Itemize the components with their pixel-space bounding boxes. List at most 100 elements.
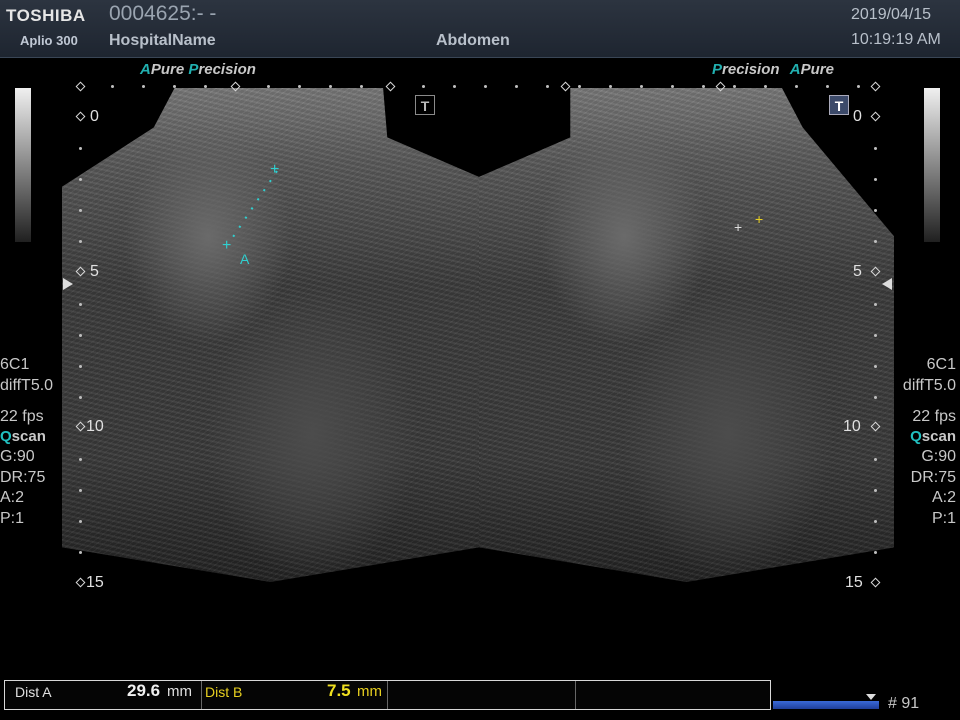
precision-apure-badge-right: Precision APure bbox=[712, 61, 834, 78]
depth-label-left-15: 15 bbox=[86, 574, 104, 591]
ruler-tick-major bbox=[560, 81, 571, 92]
gain-label: G:90 bbox=[0, 447, 35, 465]
caliper-a-label: A bbox=[240, 251, 250, 267]
exam-date: 2019/04/15 bbox=[851, 6, 932, 23]
ruler-tick-minor bbox=[453, 85, 457, 88]
ruler-tick-minor bbox=[733, 85, 736, 88]
ruler-tick-minor bbox=[422, 85, 425, 88]
measurement-slot-4[interactable] bbox=[575, 681, 770, 709]
ruler-tick-minor bbox=[670, 85, 674, 88]
ruler-tick-minor bbox=[608, 85, 612, 88]
filter-label: diffT5.0 bbox=[902, 376, 956, 394]
dynamic-range-label: DR:75 bbox=[910, 468, 956, 486]
depth-label-left-10: 10 bbox=[86, 418, 104, 435]
depth-tick-minor bbox=[874, 302, 877, 306]
depth-tick-minor bbox=[79, 364, 82, 368]
ruler-tick-minor bbox=[515, 85, 519, 88]
cine-position-marker[interactable] bbox=[866, 694, 876, 700]
ruler-tick-minor bbox=[359, 85, 363, 88]
depth-label-right-5: 5 bbox=[853, 263, 862, 280]
fps-label: 22 fps bbox=[0, 407, 44, 425]
hospital-name: HospitalName bbox=[109, 32, 216, 49]
t-marker-button-left[interactable]: T bbox=[415, 95, 435, 115]
depth-tick-minor bbox=[874, 458, 877, 461]
depth-tick-minor bbox=[874, 551, 877, 555]
scan-params-left: 6C1 diffT5.0 22 fps Qscan G:90 DR:75 A:2… bbox=[0, 355, 53, 530]
depth-tick-minor bbox=[79, 458, 82, 461]
ruler-tick-minor bbox=[639, 85, 643, 88]
measurement-dist-b[interactable]: Dist B 7.5 mm bbox=[201, 681, 388, 709]
grayscale-bar-left bbox=[15, 88, 31, 242]
caliper-b-start[interactable]: + bbox=[755, 211, 763, 227]
caliper-b-end[interactable]: + bbox=[734, 219, 742, 235]
measurement-dist-a[interactable]: Dist A 29.6 mm bbox=[5, 681, 202, 709]
depth-tick-minor bbox=[79, 302, 82, 306]
depth-label-left-0: 0 bbox=[90, 108, 99, 125]
qscan-label: Qscan bbox=[910, 428, 956, 446]
apure-precision-badge-left: APure Precision bbox=[140, 61, 256, 78]
ultrasound-image-right[interactable] bbox=[479, 88, 894, 582]
focus-marker-left[interactable] bbox=[63, 278, 73, 290]
depth-tick-major bbox=[870, 111, 881, 122]
qscan-label: Qscan bbox=[0, 428, 46, 446]
dynamic-range-label: DR:75 bbox=[0, 468, 46, 486]
ruler-tick-minor bbox=[795, 85, 799, 88]
p-param-label: P:1 bbox=[0, 510, 25, 528]
depth-tick-major bbox=[75, 111, 86, 122]
depth-tick-minor bbox=[874, 395, 877, 399]
probe-label: 6C1 bbox=[926, 356, 956, 373]
ruler-tick-minor bbox=[328, 85, 332, 88]
p-param-label: P:1 bbox=[931, 510, 956, 528]
ruler-tick-major bbox=[385, 81, 396, 92]
depth-tick-major bbox=[870, 577, 881, 588]
ruler-tick-minor bbox=[173, 85, 177, 88]
depth-tick-major bbox=[75, 577, 86, 588]
ruler-tick-minor bbox=[484, 85, 488, 88]
frame-counter: # 91 bbox=[888, 695, 920, 712]
depth-tick-minor bbox=[874, 147, 877, 150]
ruler-tick-major bbox=[870, 81, 881, 92]
depth-label-right-15: 15 bbox=[845, 574, 863, 591]
ruler-tick-minor bbox=[577, 85, 581, 88]
measurement-slot-3[interactable] bbox=[387, 681, 576, 709]
ruler-tick-minor bbox=[142, 85, 146, 88]
exam-type: Abdomen bbox=[436, 32, 510, 49]
grayscale-bar-right bbox=[924, 88, 940, 242]
a-param-label: A:2 bbox=[0, 489, 25, 507]
depth-tick-minor bbox=[79, 147, 82, 150]
focus-marker-right[interactable] bbox=[882, 278, 892, 290]
dist-b-label: Dist B bbox=[205, 684, 243, 700]
ruler-tick-minor bbox=[826, 85, 830, 88]
dist-a-unit: mm bbox=[167, 683, 192, 700]
depth-tick-minor bbox=[874, 364, 877, 368]
ruler-tick-major bbox=[75, 81, 86, 92]
filter-label: diffT5.0 bbox=[0, 376, 54, 394]
brand-logo: TOSHIBA bbox=[6, 6, 86, 25]
dist-b-value: 7.5 bbox=[327, 681, 351, 700]
depth-label-right-0: 0 bbox=[853, 108, 862, 125]
probe-label: 6C1 bbox=[0, 356, 30, 373]
cine-progress-bar[interactable] bbox=[773, 701, 879, 709]
depth-label-left-5: 5 bbox=[90, 263, 99, 280]
ruler-tick-minor bbox=[857, 85, 861, 88]
gain-label: G:90 bbox=[921, 447, 956, 465]
ruler-tick-minor bbox=[764, 85, 768, 88]
dist-b-unit: mm bbox=[357, 683, 382, 700]
t-marker-button-right[interactable]: T bbox=[829, 95, 849, 115]
dist-a-label: Dist A bbox=[15, 684, 52, 700]
depth-tick-minor bbox=[79, 333, 82, 337]
fps-label: 22 fps bbox=[912, 407, 956, 425]
depth-label-right-10: 10 bbox=[843, 418, 861, 435]
dist-a-value: 29.6 bbox=[127, 681, 161, 700]
patient-id: 0004625:- - bbox=[109, 2, 217, 25]
depth-tick-minor bbox=[79, 395, 82, 399]
ruler-tick-minor bbox=[546, 85, 550, 88]
scan-params-right: 6C1 diffT5.0 22 fps Qscan G:90 DR:75 A:2… bbox=[903, 355, 956, 530]
depth-tick-minor bbox=[874, 333, 877, 337]
ruler-tick-minor bbox=[297, 85, 301, 88]
ruler-tick-minor bbox=[266, 85, 270, 88]
ruler-tick-minor bbox=[701, 85, 705, 88]
header-bar: TOSHIBA Aplio 300 0004625:- - HospitalNa… bbox=[0, 0, 960, 58]
exam-time: 10:19:19 AM bbox=[851, 31, 941, 48]
depth-tick-minor bbox=[874, 178, 877, 182]
